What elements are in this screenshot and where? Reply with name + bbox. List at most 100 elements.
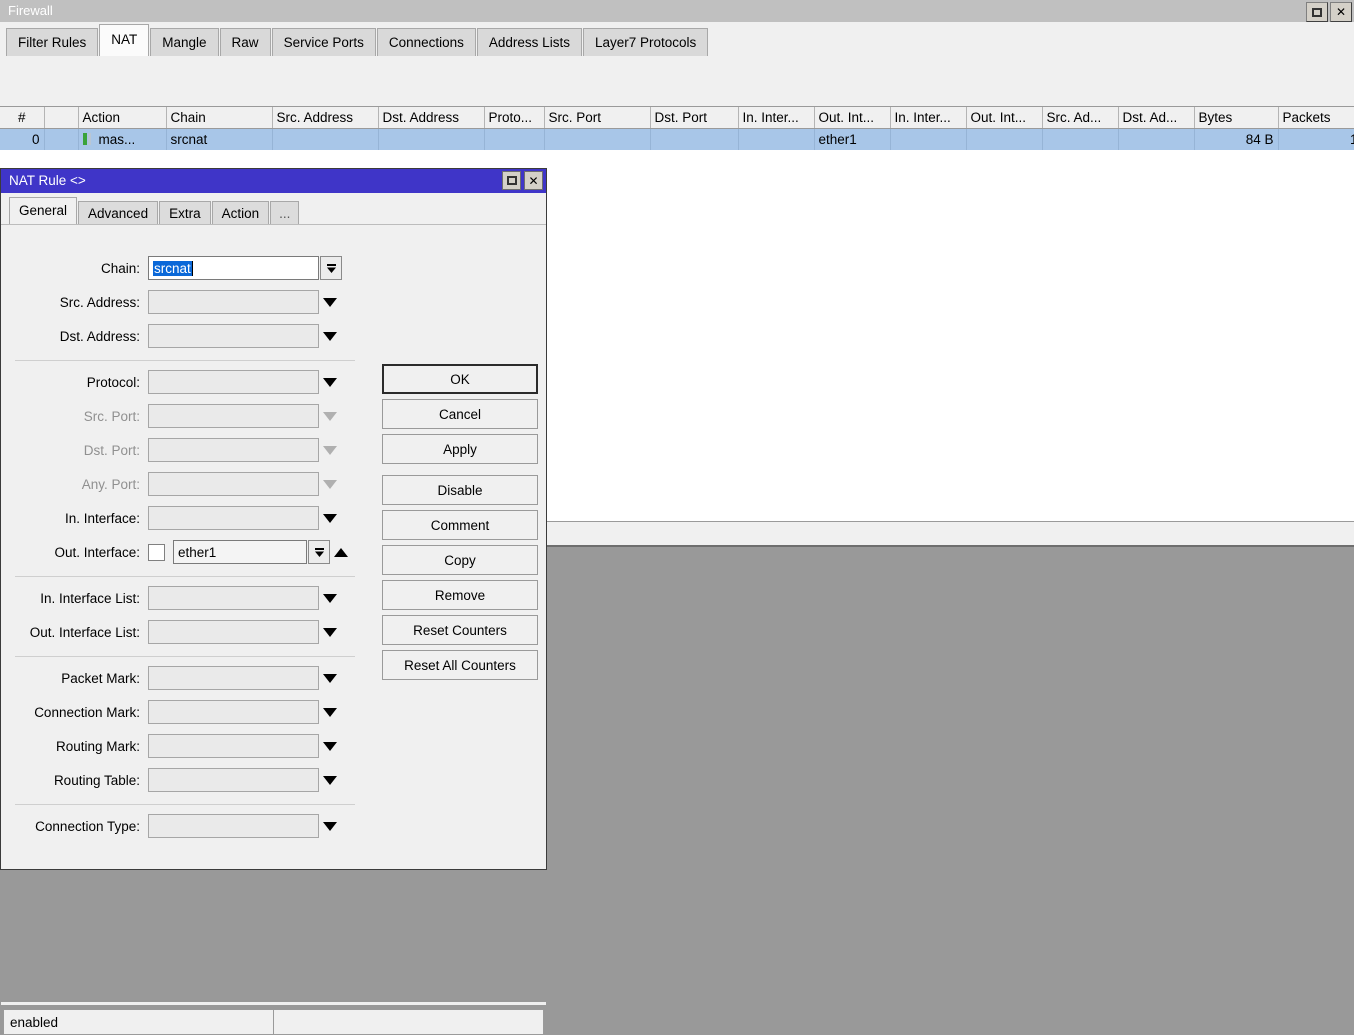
table-row[interactable]: 0mas...srcnatether184 B1 [0,128,1354,150]
chain-dropdown-button[interactable] [320,256,342,280]
out-interface-list-input[interactable] [148,620,319,644]
column-header-bytes[interactable]: Bytes [1194,107,1278,128]
protocol-input[interactable] [148,370,319,394]
routing-mark-input[interactable] [148,734,319,758]
window-restore-button[interactable] [1306,2,1328,22]
tab-address-lists[interactable]: Address Lists [477,28,582,56]
tab-filter-rules[interactable]: Filter Rules [6,28,98,56]
column-header-proto[interactable]: Proto... [484,107,544,128]
window-close-button[interactable]: ✕ [1330,2,1352,22]
packet-mark-input[interactable] [148,666,319,690]
dialog-status-left: enabled [3,1009,273,1035]
dialog-tab-extra[interactable]: Extra [159,201,211,225]
ok-button[interactable]: OK [382,364,538,394]
reset-all-counters-button[interactable]: Reset All Counters [382,650,538,680]
out-interface-input[interactable]: ether1 [173,540,307,564]
chain-input[interactable]: srcnat [148,256,319,280]
copy-button[interactable]: Copy [382,545,538,575]
general-form: Chain: srcnat Src. Address: [3,227,366,1005]
chain-value: srcnat [153,261,192,276]
dst-address-dropdown-button[interactable] [319,332,341,341]
dst-address-label: Dst. Address: [3,329,148,344]
src-address-dropdown-button[interactable] [319,298,341,307]
dialog-status-bar: enabled [3,1009,544,1035]
cell-dst-port [650,128,738,150]
in-interface-input[interactable] [148,506,319,530]
out-interface-negate-checkbox[interactable] [148,544,165,561]
dialog-restore-button[interactable] [502,171,521,190]
column-header-action[interactable]: Action [78,107,166,128]
column-header-dst-port[interactable]: Dst. Port [650,107,738,128]
column-header-dst-ad[interactable]: Dst. Ad... [1118,107,1194,128]
routing-table-dropdown-button[interactable] [319,776,341,785]
chevron-down-icon [323,378,337,387]
column-header-[interactable]: # [0,107,44,128]
nat-rules-table: # ActionChainSrc. AddressDst. AddressProt… [0,107,1354,150]
chevron-down-icon [323,674,337,683]
field-row-connection-mark: Connection Mark: [3,699,366,725]
masquerade-icon [83,133,93,145]
connection-mark-input[interactable] [148,700,319,724]
column-header-chain[interactable]: Chain [166,107,272,128]
column-header-src-ad[interactable]: Src. Ad... [1042,107,1118,128]
in-interface-dropdown-button[interactable] [319,514,341,523]
chevron-down-bar-icon [313,546,326,559]
tab-mangle[interactable]: Mangle [150,28,218,56]
src-address-input[interactable] [148,290,319,314]
connection-mark-dropdown-button[interactable] [319,708,341,717]
out-interface-list-dropdown-button[interactable] [319,628,341,637]
connection-type-dropdown-button[interactable] [319,822,341,831]
tab-nat[interactable]: NAT [99,24,149,56]
connection-type-input[interactable] [148,814,319,838]
packet-mark-dropdown-button[interactable] [319,674,341,683]
out-interface-dropdown-button[interactable] [308,540,330,564]
dialog-tab-more[interactable]: ... [270,201,299,225]
tab-layer7-protocols[interactable]: Layer7 Protocols [583,28,708,56]
disable-button[interactable]: Disable [382,475,538,505]
column-header-out-int[interactable]: Out. Int... [966,107,1042,128]
tab-service-ports[interactable]: Service Ports [272,28,376,56]
column-header-packets[interactable]: Packets [1278,107,1354,128]
in-interface-list-dropdown-button[interactable] [319,594,341,603]
dialog-tab-general[interactable]: General [9,197,77,225]
cell-bytes: 84 B [1194,128,1278,150]
field-row-in-interface: In. Interface: [3,505,366,531]
chevron-down-icon [323,446,337,455]
routing-mark-dropdown-button[interactable] [319,742,341,751]
remove-button[interactable]: Remove [382,580,538,610]
apply-button[interactable]: Apply [382,434,538,464]
firewall-toolbar: Reset Counters Reset All Counters Find a… [0,56,1354,106]
cell-dst-address [378,128,484,150]
dialog-tabs: GeneralAdvancedExtraAction... [9,197,300,225]
tab-raw[interactable]: Raw [220,28,271,56]
comment-button[interactable]: Comment [382,510,538,540]
dialog-title: NAT Rule <> [9,173,86,188]
in-interface-list-input[interactable] [148,586,319,610]
column-header[interactable] [44,107,78,128]
dialog-status-right [273,1009,544,1035]
text-cursor [192,261,193,276]
column-header-out-int[interactable]: Out. Int... [814,107,890,128]
dst-address-input[interactable] [148,324,319,348]
routing-table-input[interactable] [148,768,319,792]
field-row-routing-mark: Routing Mark: [3,733,366,759]
routing-table-label: Routing Table: [3,773,148,788]
column-header-dst-address[interactable]: Dst. Address [378,107,484,128]
any-port-label: Any. Port: [3,477,148,492]
column-header-src-address[interactable]: Src. Address [272,107,378,128]
cancel-button[interactable]: Cancel [382,399,538,429]
tab-connections[interactable]: Connections [377,28,476,56]
dialog-close-button[interactable]: ✕ [524,171,543,190]
dst-port-input [148,438,319,462]
column-header-in-inter[interactable]: In. Inter... [890,107,966,128]
column-header-src-port[interactable]: Src. Port [544,107,650,128]
dialog-tab-advanced[interactable]: Advanced [78,201,158,225]
field-row-out-interface-list: Out. Interface List: [3,619,366,645]
out-interface-collapse-button[interactable] [330,548,352,557]
dialog-tab-action[interactable]: Action [212,201,270,225]
form-separator [15,576,355,577]
connection-mark-label: Connection Mark: [3,705,148,720]
column-header-in-inter[interactable]: In. Inter... [738,107,814,128]
reset-counters-button[interactable]: Reset Counters [382,615,538,645]
protocol-dropdown-button[interactable] [319,378,341,387]
